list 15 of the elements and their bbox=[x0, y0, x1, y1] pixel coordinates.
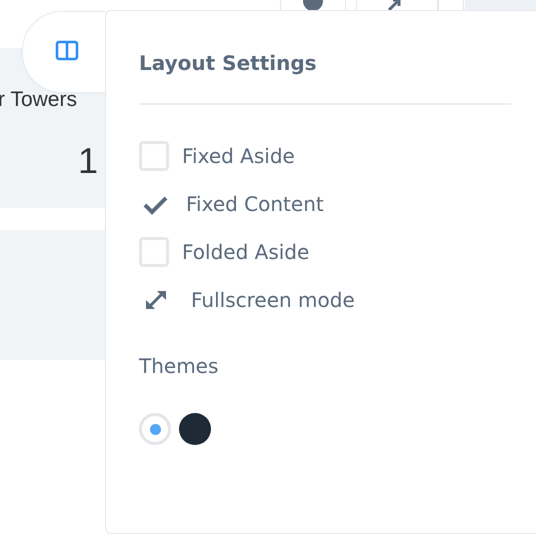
checkbox[interactable] bbox=[139, 141, 169, 171]
settings-tab[interactable] bbox=[22, 11, 106, 93]
option-label[interactable]: Fixed Aside bbox=[182, 144, 295, 168]
option-label[interactable]: Fixed Content bbox=[186, 192, 324, 216]
toolbar-button[interactable] bbox=[356, 0, 438, 11]
toolbar-button[interactable] bbox=[280, 0, 346, 11]
theme-swatch[interactable] bbox=[139, 413, 171, 445]
panel-title: Layout Settings bbox=[139, 50, 318, 77]
section-label: Themes bbox=[139, 354, 220, 378]
checkbox[interactable] bbox=[139, 237, 169, 267]
card-value: 1 bbox=[78, 140, 98, 182]
theme-swatch[interactable] bbox=[179, 413, 211, 445]
option-label[interactable]: Folded Aside bbox=[182, 240, 310, 264]
option-label[interactable]: Fullscreen mode bbox=[191, 288, 355, 312]
columns-icon[interactable] bbox=[55, 40, 79, 62]
